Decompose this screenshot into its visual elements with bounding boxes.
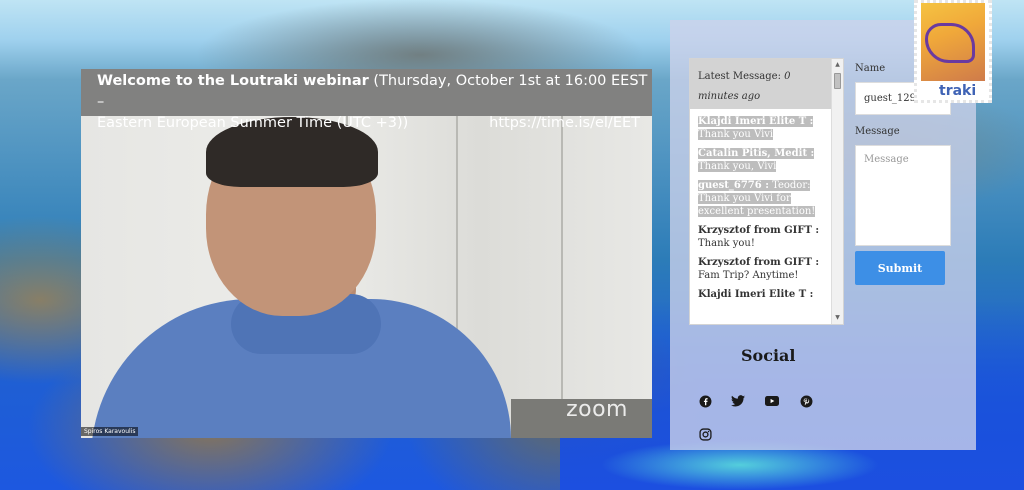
message-author: guest_6776 : [698, 180, 769, 191]
banner-timezone: Eastern European Summer Time (UTC +3)) [97, 115, 409, 131]
chat-box[interactable]: Latest Message: 0 minutes ago Klajdi Ime… [689, 58, 844, 325]
logo-text: traki [939, 83, 977, 99]
message-author: Catalin Pitis, Medit : [698, 148, 815, 159]
banner-line-2: Eastern European Summer Time (UTC +3)) h… [97, 113, 652, 134]
chat-message: Krzysztof from GIFT : Fam Trip? Anytime! [698, 256, 829, 282]
facebook-icon[interactable] [698, 394, 712, 408]
message-text: Thank you, Vivi [698, 161, 777, 172]
chat-scrollbar[interactable]: ▲ ▼ [831, 59, 843, 324]
zoom-watermark: zoom [566, 397, 628, 422]
social-title: Social [741, 346, 796, 365]
message-author: Krzysztof from GIFT : [698, 257, 820, 268]
youtube-icon[interactable] [765, 394, 779, 408]
chat-message: Klajdi Imeri Elite T : [698, 288, 829, 301]
cabinet-line [561, 116, 563, 438]
submit-button[interactable]: Submit [855, 251, 945, 285]
message-text: Thank you Vivi [698, 129, 774, 140]
message-text: Thank you! [698, 238, 755, 249]
scroll-thumb[interactable] [834, 73, 841, 89]
message-input[interactable] [855, 145, 951, 246]
latest-label: Latest Message: [698, 71, 785, 82]
chat-message: Krzysztof from GIFT : Thank you! [698, 224, 829, 250]
chat-latest-header: Latest Message: 0 minutes ago [690, 59, 843, 109]
message-author: Klajdi Imeri Elite T : [698, 116, 814, 127]
chat-message: Catalin Pitis, Medit : Thank you, Vivi [698, 147, 829, 173]
chat-message: guest_6776 : Teodor: Thank you Vivi for … [698, 179, 829, 218]
banner-title: Welcome to the Loutraki webinar [97, 73, 369, 89]
name-label: Name [855, 63, 886, 74]
message-author: Klajdi Imeri Elite T : [698, 289, 814, 300]
instagram-icon[interactable] [698, 427, 712, 441]
pinterest-icon[interactable] [799, 394, 813, 408]
chat-messages: Klajdi Imeri Elite T : Thank you Vivi Ca… [690, 109, 843, 301]
scroll-down-arrow-icon[interactable]: ▼ [832, 312, 843, 324]
message-label: Message [855, 126, 900, 137]
logo-road-shape [925, 23, 975, 63]
chat-message: Klajdi Imeri Elite T : Thank you Vivi [698, 115, 829, 141]
banner-link[interactable]: https://time.is/el/EET [489, 113, 640, 134]
scroll-up-arrow-icon[interactable]: ▲ [832, 59, 843, 71]
webinar-video[interactable]: Welcome to the Loutraki webinar (Thursda… [81, 69, 652, 438]
speaker-name-tag: Spiros Karavoulis [81, 427, 139, 436]
webinar-banner: Welcome to the Loutraki webinar (Thursda… [81, 69, 652, 131]
message-text: Fam Trip? Anytime! [698, 270, 799, 281]
message-author: Krzysztof from GIFT : [698, 225, 820, 236]
loutraki-logo[interactable]: traki [914, 0, 992, 103]
twitter-icon[interactable] [731, 394, 745, 408]
banner-line-1: Welcome to the Loutraki webinar (Thursda… [97, 71, 652, 113]
